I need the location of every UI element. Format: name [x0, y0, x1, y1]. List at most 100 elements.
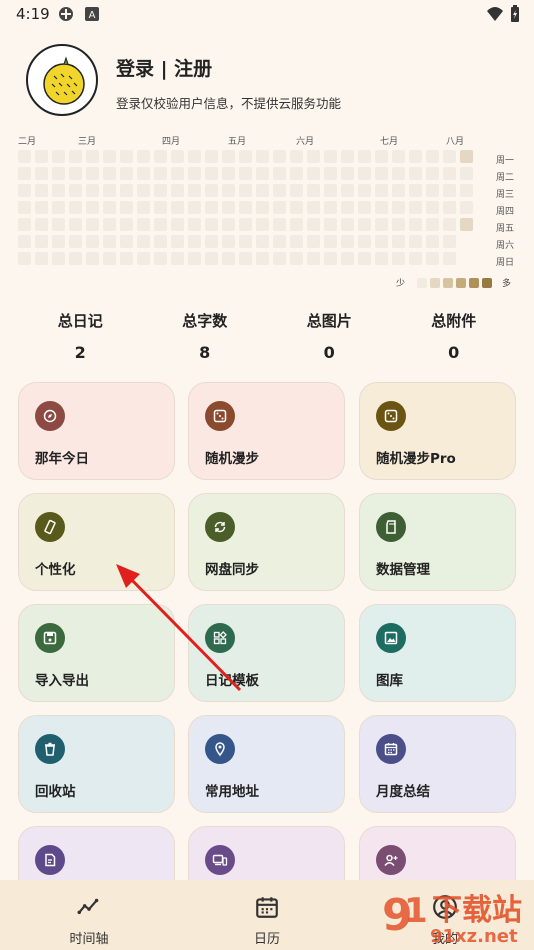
- feature-card[interactable]: 常用地址: [188, 715, 345, 813]
- weekday-label: 周日: [496, 258, 515, 268]
- heatmap-cell: [409, 218, 422, 231]
- feature-card[interactable]: 数据管理: [359, 493, 516, 591]
- heatmap-cell: [137, 150, 150, 163]
- feature-card[interactable]: 那年今日: [18, 382, 175, 480]
- heatmap-cell: [324, 218, 337, 231]
- heatmap-cell: [35, 184, 48, 197]
- heatmap-cell: [341, 167, 354, 180]
- heatmap-cell: [392, 201, 405, 214]
- feature-card-label: 随机漫步Pro: [376, 451, 456, 467]
- heatmap-cell: [52, 252, 65, 265]
- heatmap-cell: [290, 184, 303, 197]
- heatmap-cell: [307, 235, 320, 248]
- heatmap-cell: [120, 184, 133, 197]
- heatmap-cell: [307, 218, 320, 231]
- heatmap-cell: [103, 201, 116, 214]
- heatmap-cell: [86, 184, 99, 197]
- feature-card[interactable]: 网盘同步: [188, 493, 345, 591]
- feature-card[interactable]: 随机漫步: [188, 382, 345, 480]
- stat-value: 0: [448, 343, 460, 362]
- login-title[interactable]: 登录 | 注册: [116, 54, 212, 81]
- heatmap-legend: 少 多: [396, 276, 511, 289]
- compass-icon: [35, 401, 65, 431]
- heatmap-cell: [290, 201, 303, 214]
- heatmap-cell: [358, 150, 371, 163]
- stat-value: 2: [74, 343, 86, 362]
- heatmap-cell: [358, 201, 371, 214]
- heatmap-cell: [341, 150, 354, 163]
- feature-card[interactable]: 日记模板: [188, 604, 345, 702]
- stat-value: 0: [323, 343, 335, 362]
- heatmap-cell: [426, 218, 439, 231]
- avatar[interactable]: [26, 44, 98, 116]
- heatmap-cell: [188, 167, 201, 180]
- heatmap-cell: [324, 201, 337, 214]
- heatmap-cell: [443, 218, 456, 231]
- heatmap-cell: [307, 167, 320, 180]
- heatmap-cell: [154, 218, 167, 231]
- heatmap-cell: [137, 201, 150, 214]
- heatmap-cell: [426, 252, 439, 265]
- heatmap-cell: [239, 235, 252, 248]
- nav-calendar[interactable]: 日历: [178, 880, 356, 950]
- save-icon: [35, 623, 65, 653]
- heatmap-cell: [18, 252, 31, 265]
- feature-card[interactable]: 导入导出: [18, 604, 175, 702]
- feature-card-label: 个性化: [35, 562, 76, 578]
- heatmap-cell: [35, 252, 48, 265]
- heatmap-cell: [392, 252, 405, 265]
- legend-high-label: 多: [502, 279, 512, 289]
- heatmap-cell: [222, 150, 235, 163]
- heatmap-cell: [188, 150, 201, 163]
- heatmap-cell: [205, 150, 218, 163]
- feature-card[interactable]: 个性化: [18, 493, 175, 591]
- heatmap-cell: [103, 235, 116, 248]
- status-bar: 4:19 A: [0, 0, 534, 30]
- heatmap-cell: [69, 218, 82, 231]
- heatmap-cell: [460, 184, 473, 197]
- heatmap-cell: [86, 201, 99, 214]
- heatmap-cell: [171, 235, 184, 248]
- heatmap-cell: [256, 235, 269, 248]
- heatmap-cell: [273, 150, 286, 163]
- heatmap-cell: [273, 252, 286, 265]
- heatmap-cell: [171, 150, 184, 163]
- feature-card[interactable]: 图库: [359, 604, 516, 702]
- feature-card[interactable]: 回收站: [18, 715, 175, 813]
- heatmap-cell: [188, 235, 201, 248]
- nav-timeline[interactable]: 时间轴: [0, 880, 178, 950]
- heatmap-cell: [222, 167, 235, 180]
- login-subtitle: 登录仅校验用户信息，不提供云服务功能: [116, 96, 342, 111]
- stat-total-attachments: 总附件 0: [392, 310, 517, 362]
- heatmap-cell: [52, 218, 65, 231]
- heatmap-cell: [35, 167, 48, 180]
- heatmap-cell: [171, 252, 184, 265]
- heatmap-cell: [120, 235, 133, 248]
- heatmap-cell: [137, 167, 150, 180]
- heatmap-cell: [222, 235, 235, 248]
- heatmap-cell: [188, 252, 201, 265]
- dice-icon: [376, 401, 406, 431]
- svg-text:下载站: 下载站: [432, 893, 522, 928]
- heatmap-cell: [35, 235, 48, 248]
- heatmap-cell: [392, 167, 405, 180]
- memo-icon: [35, 845, 65, 875]
- heatmap-cell: [35, 218, 48, 231]
- heatmap-cell: [256, 201, 269, 214]
- heatmap-cell: [239, 252, 252, 265]
- heatmap-cell: [18, 184, 31, 197]
- heatmap-cell: [239, 201, 252, 214]
- legend-swatch: [417, 277, 428, 288]
- heatmap-cell: [341, 252, 354, 265]
- weekday-label: 周一: [496, 156, 515, 166]
- heatmap-cell: [358, 218, 371, 231]
- stat-value: 8: [199, 343, 211, 362]
- heatmap-cell: [137, 218, 150, 231]
- heatmap-cell: [375, 235, 388, 248]
- stats-row: 总日记 2 总字数 8 总图片 0 总附件 0: [18, 310, 516, 362]
- heatmap-cell: [290, 167, 303, 180]
- feature-card[interactable]: 随机漫步Pro: [359, 382, 516, 480]
- feature-card[interactable]: 月度总结: [359, 715, 516, 813]
- heatmap-cell: [375, 184, 388, 197]
- heatmap-cell: [375, 218, 388, 231]
